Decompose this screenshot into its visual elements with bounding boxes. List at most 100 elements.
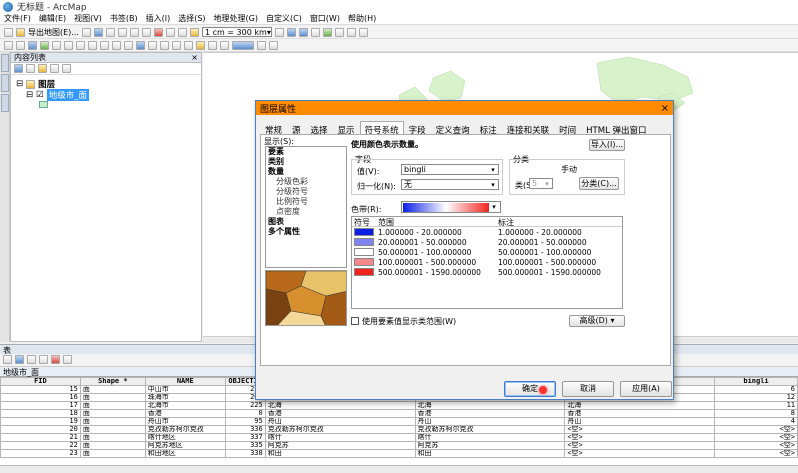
open-icon[interactable] [81,27,91,37]
search-icon[interactable] [310,27,320,37]
menu-item[interactable]: 插入(I) [146,13,171,24]
list-by-drawing-order-icon[interactable] [14,64,23,73]
menu-item[interactable]: 选择(S) [178,13,205,24]
switch-selection-icon[interactable] [39,355,48,364]
menu-item[interactable]: 地理处理(G) [214,13,258,24]
collapse-icon[interactable]: ⊟ [26,90,33,100]
html-popup-icon[interactable] [184,40,193,50]
select-by-attributes-icon[interactable] [27,355,36,364]
menu-item[interactable]: 编辑(E) [39,13,66,24]
show-list-item[interactable]: 比例符号 [266,197,346,207]
related-tables-icon[interactable] [15,355,24,364]
ok-button[interactable]: 确定 [504,381,556,397]
layer-symbol-swatch[interactable] [39,101,48,108]
zoom-in-icon[interactable] [4,40,13,50]
show-list-item[interactable]: 分级色彩 [266,177,346,187]
arctoolbox-icon[interactable] [322,27,332,37]
catalog-dock-tab[interactable] [1,74,9,92]
hyperlink-icon[interactable] [172,40,181,50]
export-map-icon[interactable] [16,27,25,37]
table-row[interactable]: 22 面阿克苏地区 335 阿克苏 阿克苏 <空> <空> [0,441,798,450]
copy-icon[interactable] [129,27,139,37]
class-symbol-swatch[interactable] [354,228,374,236]
add-data-icon[interactable] [189,27,199,37]
table-row[interactable]: 19 面舟山市 95 舟山 舟山 舟山 4 [0,417,798,426]
class-symbol-swatch[interactable] [354,248,374,256]
fixed-zoom-out-icon[interactable] [64,40,73,50]
fixed-zoom-in-icon[interactable] [52,40,61,50]
close-icon[interactable]: × [191,53,198,62]
classes-count-select[interactable]: 5 ▾ [529,178,553,189]
toc-dock-tab[interactable] [1,54,9,72]
export-map-button[interactable]: 导出地图(E)... [28,27,79,38]
catalog-icon[interactable] [298,27,308,37]
column-header[interactable]: FID [0,377,81,386]
column-header[interactable]: Shape * [79,377,146,386]
draw-icon[interactable] [220,40,229,50]
column-header[interactable]: bingli [714,377,798,386]
zoom-out-icon[interactable] [16,40,25,50]
delete-icon[interactable] [153,27,163,37]
menu-item[interactable]: 帮助(H) [348,13,376,24]
show-list-item[interactable]: 多个属性 [266,227,346,237]
color-ramp-select[interactable]: ▾ [401,201,501,213]
show-list-item[interactable]: 要素 [266,147,346,157]
select-features-icon[interactable] [100,40,109,50]
menu-item[interactable]: 自定义(C) [266,13,302,24]
clear-selection-icon[interactable] [51,355,60,364]
table-options-icon[interactable] [3,355,12,364]
pan-icon[interactable] [28,40,37,50]
cut-icon[interactable] [117,27,127,37]
python-icon[interactable] [334,27,344,37]
show-list-item[interactable]: 图表 [266,217,346,227]
search-dock-tab[interactable] [1,94,9,112]
menu-item[interactable]: 书签(B) [110,13,138,24]
paste-icon[interactable] [141,27,151,37]
new-document-icon[interactable] [4,27,13,37]
line-color-icon[interactable] [257,40,266,50]
table-row[interactable]: 23 面和田地区 338 和田 和田 <空> <空> [0,449,798,458]
text-icon[interactable] [208,40,217,50]
identify-icon[interactable] [136,40,145,50]
class-symbol-swatch[interactable] [354,258,374,266]
cancel-button[interactable]: 取消 [562,381,614,397]
layer-node[interactable]: ⊟ ☑ 地级市_面 [26,89,90,101]
show-list-item[interactable]: 分级符号 [266,187,346,197]
list-by-selection-icon[interactable] [50,64,59,73]
editor-icon[interactable] [274,27,284,37]
help-icon[interactable] [358,27,368,37]
menu-item[interactable]: 窗口(W) [310,13,340,24]
layer-name[interactable]: 地级市_面 [46,89,90,101]
delete-selected-icon[interactable] [63,355,72,364]
table-row[interactable]: 18 面香港 0 香港 香港 香港 8 [0,409,798,418]
feature-range-checkbox[interactable] [351,317,359,325]
menu-item[interactable]: 文件(F) [4,13,31,24]
collapse-icon[interactable]: ⊟ [16,79,23,89]
layer-visibility-checkbox[interactable]: ☑ [36,90,44,100]
apply-button[interactable]: 应用(A) [620,381,672,397]
class-symbol-swatch[interactable] [354,268,374,276]
show-list-item[interactable]: 点密度 [266,207,346,217]
list-by-visibility-icon[interactable] [38,64,47,73]
table-row[interactable]: 21 面喀什地区 337 喀什 喀什 <空> <空> [0,433,798,442]
show-list-item[interactable]: 数量 [266,167,346,177]
print-icon[interactable] [105,27,115,37]
column-header[interactable]: NAME [144,377,226,386]
save-icon[interactable] [93,27,103,37]
list-by-source-icon[interactable] [26,64,35,73]
fill-color-icon[interactable] [232,40,254,50]
measure-icon[interactable] [160,40,169,50]
forward-icon[interactable] [88,40,97,50]
map-scale-combo[interactable]: 1 cm = 300 km ▾ [201,27,272,37]
value-field-select[interactable]: bingli ▾ [401,164,499,175]
back-icon[interactable] [76,40,85,50]
class-row[interactable]: 1.000000 - 20.000000 1.000000 - 20.000000 [352,227,622,237]
class-row[interactable]: 500.000001 - 1590.000000 500.000001 - 159… [352,267,622,277]
class-row[interactable]: 20.000001 - 50.000000 20.000001 - 50.0000… [352,237,622,247]
menu-item[interactable]: 视图(V) [74,13,102,24]
full-extent-icon[interactable] [40,40,49,50]
undo-icon[interactable] [165,27,175,37]
clear-selection-icon[interactable] [112,40,121,50]
find-icon[interactable] [148,40,157,50]
class-row[interactable]: 50.000001 - 100.000000 50.000001 - 100.00… [352,247,622,257]
